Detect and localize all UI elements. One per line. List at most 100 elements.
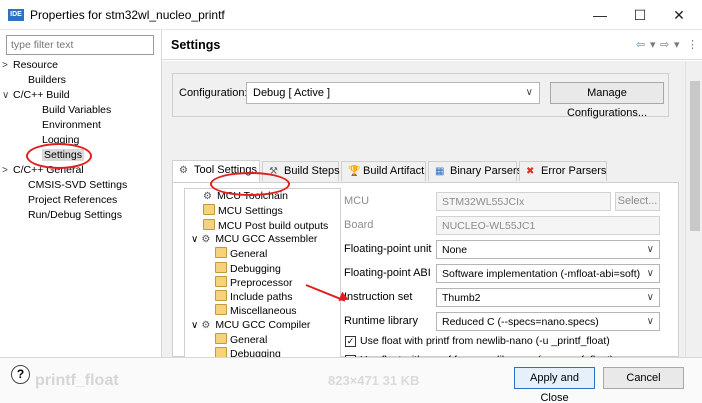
window-title: Properties for stm32wl_nucleo_printf — [30, 8, 225, 22]
runtime-library-select[interactable]: Reduced C (--specs=nano.specs) ∨ — [436, 312, 660, 331]
chevron-down-icon[interactable]: ∨ — [191, 234, 198, 245]
filter-input[interactable] — [6, 35, 154, 55]
settings-tree-label: Miscellaneous — [230, 305, 297, 318]
settings-tree-item[interactable]: Preprocessor — [215, 275, 293, 290]
minimize-button[interactable]: — — [585, 5, 615, 25]
chevron-down-icon: ∨ — [646, 292, 654, 303]
settings-tree-label: MCU GCC Assembler — [215, 232, 318, 245]
settings-tree-label: Include paths — [230, 291, 293, 304]
settings-tree-label: MCU GCC Compiler — [215, 318, 311, 331]
tree-item-label: CMSIS-SVD Settings — [28, 179, 128, 191]
chevron-down-icon: ∨ — [646, 316, 654, 327]
settings-tree-item[interactable]: General — [215, 333, 267, 347]
instruction-set-value: Thumb2 — [442, 292, 481, 304]
scrollbar-thumb[interactable] — [690, 81, 700, 231]
maximize-button[interactable]: ☐ — [625, 5, 655, 25]
image-name-caption: printf_float — [35, 372, 119, 389]
tool-settings-tree: ⚙ MCU Toolchain MCU Settings MCU Post build… — [184, 188, 341, 363]
tree-item-c-c-build[interactable]: ∨ C/C++ Build — [2, 88, 70, 103]
annotation-circle-mcu-settings — [210, 172, 290, 196]
page-title: Settings — [171, 38, 221, 52]
instruction-set-select[interactable]: Thumb2 ∨ — [436, 288, 660, 307]
settings-tree-item[interactable]: MCU Settings — [203, 204, 283, 218]
configuration-label: Configuration: — [179, 87, 248, 99]
chevron-down-icon: ∨ — [525, 87, 533, 98]
close-button[interactable]: ✕ — [664, 5, 694, 25]
tree-item-label: Environment — [42, 119, 101, 131]
board-label: Board — [344, 219, 374, 231]
tree-item-run-debug-settings[interactable]: Run/Debug Settings — [28, 208, 122, 222]
view-menu-icon[interactable]: ⋮ — [687, 38, 698, 51]
settings-tree-item[interactable]: Miscellaneous — [215, 304, 297, 318]
ide-app-icon: IDE — [8, 9, 24, 21]
fpu-select[interactable]: None ∨ — [436, 240, 660, 259]
tree-item-resource[interactable]: > Resource — [2, 58, 58, 73]
mcu-label: MCU — [344, 195, 370, 207]
settings-tree-label: MCU Post build outputs — [218, 219, 329, 232]
folder-icon — [203, 218, 215, 230]
printf-float-checkbox[interactable]: ✓ — [345, 336, 356, 347]
abi-value: Software implementation (-mfloat-abi=sof… — [442, 268, 641, 280]
annotation-circle-settings — [26, 143, 92, 169]
tree-item-label: Run/Debug Settings — [28, 209, 122, 221]
settings-tree-label: Debugging — [230, 262, 281, 275]
chevron-down-icon[interactable]: ∨ — [2, 89, 13, 103]
vertical-scrollbar[interactable] — [685, 61, 702, 357]
tool-settings-panel: ⚙ MCU Toolchain MCU Settings MCU Post build… — [172, 182, 679, 366]
settings-tree-item[interactable]: Include paths — [215, 290, 292, 304]
dialog-footer: ? printf_float 823×471 31 KB Apply and C… — [0, 357, 702, 403]
settings-tree-item[interactable]: ∨ ⚙ MCU GCC Compiler — [191, 319, 310, 332]
chevron-down-icon[interactable]: ∨ — [191, 320, 198, 331]
tab-label: Error Parsers — [541, 165, 607, 177]
tab-build-artifact[interactable]: 🏆 Build Artifact — [341, 161, 426, 181]
configuration-group: Configuration: Debug [ Active ] ∨ Manage… — [172, 73, 669, 119]
tree-item-environment[interactable]: Environment — [42, 118, 101, 132]
settings-tree-item[interactable]: Debugging — [215, 261, 281, 276]
runtime-library-value: Reduced C (--specs=nano.specs) — [442, 316, 599, 328]
tab-error-parsers[interactable]: ✖ Error Parsers — [519, 161, 607, 181]
chevron-right-icon[interactable]: > — [2, 59, 13, 73]
configuration-value: Debug [ Active ] — [253, 87, 331, 99]
folder-icon — [215, 333, 227, 344]
cancel-button[interactable]: Cancel — [603, 367, 684, 389]
abi-select[interactable]: Software implementation (-mfloat-abi=sof… — [436, 264, 660, 283]
instruction-set-label: Instruction set — [344, 291, 413, 303]
manage-configurations-button[interactable]: Manage Configurations... — [550, 82, 664, 119]
tab-label: Build Artifact — [363, 165, 425, 177]
tree-item-builders[interactable]: Builders — [28, 73, 66, 87]
chevron-down-icon: ∨ — [646, 268, 654, 279]
tree-item-cmsis-svd-settings[interactable]: CMSIS-SVD Settings — [28, 178, 127, 192]
back-arrow-icon[interactable]: ⇦ — [636, 38, 645, 51]
help-icon[interactable]: ? — [11, 365, 30, 384]
chevron-down-icon[interactable]: ▾ — [674, 38, 680, 51]
folder-icon — [215, 247, 227, 259]
settings-tree-item[interactable]: ∨ ⚙ MCU GCC Assembler — [191, 233, 317, 246]
tree-item-label: Project References — [28, 194, 118, 206]
chevron-right-icon[interactable]: > — [2, 164, 13, 178]
settings-tree-item[interactable]: General — [215, 247, 267, 261]
fpu-label: Floating-point unit — [344, 243, 432, 255]
settings-tree-label: Preprocessor — [230, 276, 293, 289]
binary-icon: ▦ — [435, 166, 445, 177]
tab-label: Build Steps — [284, 165, 340, 177]
page-header: Settings ⇦ ▾ ⇨ ▾ ⋮ — [162, 30, 702, 60]
tree-item-build-variables[interactable]: Build Variables — [42, 103, 111, 117]
tree-item-project-references[interactable]: Project References — [28, 193, 117, 207]
apply-and-close-button[interactable]: Apply and Close — [514, 367, 595, 403]
gear-icon: ⚙ — [201, 233, 211, 245]
settings-tree-label: General — [230, 248, 268, 261]
configuration-select[interactable]: Debug [ Active ] ∨ — [246, 82, 540, 104]
settings-tree-item[interactable]: MCU Post build outputs — [203, 218, 329, 233]
chevron-down-icon[interactable]: ▾ — [650, 38, 656, 51]
forward-arrow-icon[interactable]: ⇨ — [660, 38, 669, 51]
select-mcu-button[interactable]: Select... — [615, 192, 660, 211]
mcu-field: STM32WL55JCIx — [436, 192, 611, 211]
image-size-caption: 823×471 31 KB — [328, 373, 420, 388]
tab-binary-parsers[interactable]: ▦ Binary Parsers — [428, 161, 522, 181]
settings-tree-label: MCU Settings — [218, 205, 283, 218]
tree-item-label: Resource — [13, 59, 58, 71]
gear-icon: ⚙ — [203, 191, 212, 202]
folder-icon — [215, 290, 227, 302]
gear-icon: ⚙ — [179, 165, 188, 176]
gear-icon: ⚙ — [201, 319, 211, 331]
